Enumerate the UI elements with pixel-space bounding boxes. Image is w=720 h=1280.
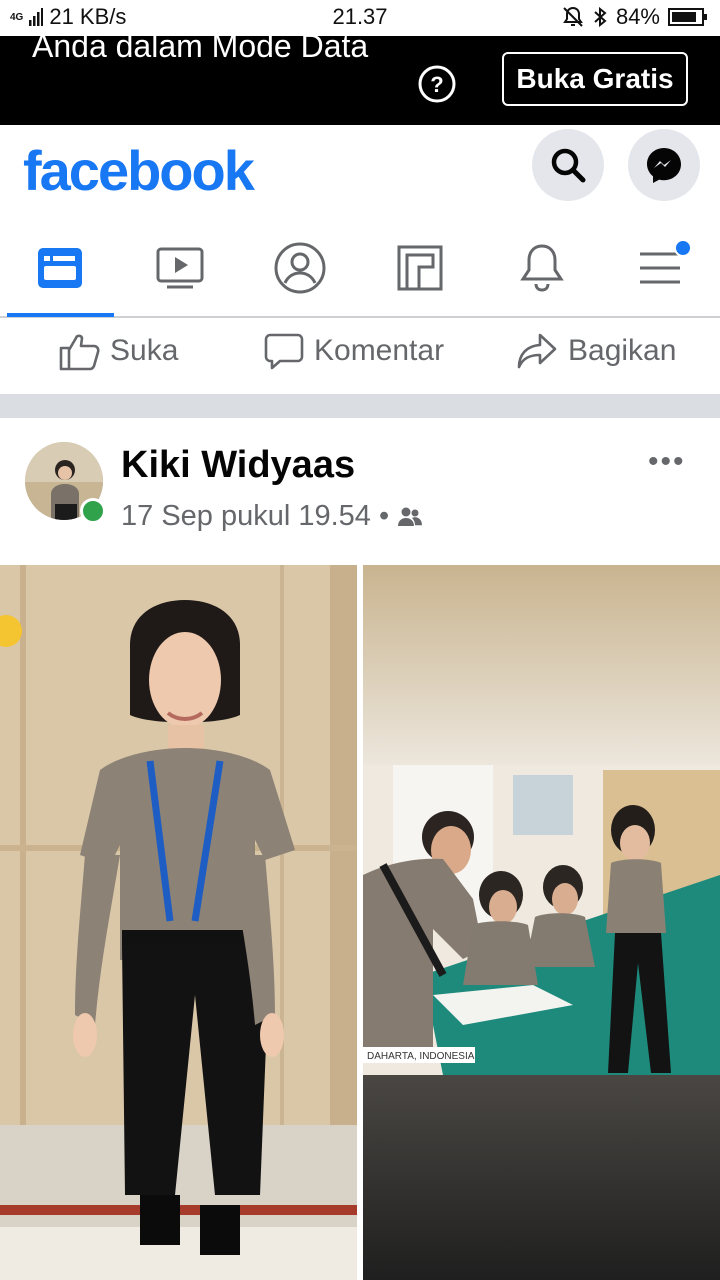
post-meta: 17 Sep pukul 19.54 • xyxy=(121,500,423,533)
status-right: 84% xyxy=(562,4,708,30)
battery-icon xyxy=(668,8,707,26)
profile-icon xyxy=(274,242,326,294)
like-button[interactable]: Suka xyxy=(58,318,178,384)
author-name[interactable]: Kiki Widyaas xyxy=(121,444,355,487)
post-timestamp[interactable]: 17 Sep pukul 19.54 xyxy=(121,500,371,533)
messenger-icon xyxy=(647,148,681,183)
video-icon xyxy=(156,247,204,289)
share-icon xyxy=(517,333,557,369)
comment-label: Komentar xyxy=(314,334,445,367)
pages-icon xyxy=(397,245,443,291)
photo-woman-in-uniform xyxy=(0,565,357,1280)
svg-text:?: ? xyxy=(430,72,443,97)
comment-button[interactable]: Komentar xyxy=(264,318,444,384)
online-indicator xyxy=(80,498,106,524)
tab-pages[interactable] xyxy=(365,220,475,316)
thumbs-up-icon xyxy=(59,334,100,371)
messenger-button[interactable] xyxy=(628,129,700,201)
like-label: Suka xyxy=(110,334,179,367)
search-icon xyxy=(551,148,586,183)
meta-separator: • xyxy=(378,500,390,532)
tab-home[interactable] xyxy=(5,220,115,316)
post-actions: Suka Komentar Bagikan xyxy=(0,318,720,394)
help-icon[interactable]: ? xyxy=(417,64,457,104)
post-photo-1[interactable] xyxy=(0,565,357,1280)
comment-icon xyxy=(264,333,304,370)
bluetooth-icon xyxy=(594,6,607,28)
banner-text: Anda dalam Mode Data xyxy=(32,28,369,64)
news-feed-icon xyxy=(38,248,82,288)
share-button[interactable]: Bagikan xyxy=(516,318,676,384)
tab-notifications[interactable] xyxy=(487,220,597,316)
tab-watch[interactable] xyxy=(125,220,235,316)
active-tab-indicator xyxy=(7,313,114,317)
share-label: Bagikan xyxy=(568,334,677,367)
tab-menu[interactable] xyxy=(605,220,715,316)
tab-profile[interactable] xyxy=(245,220,355,316)
bell-muted-icon xyxy=(563,6,583,27)
battery-percent: 84% xyxy=(615,4,660,29)
search-button[interactable] xyxy=(532,129,604,201)
post-photo-2[interactable]: DAHARTA, INDONESIA xyxy=(363,565,720,1280)
facebook-logo[interactable]: facebook xyxy=(23,138,255,203)
bell-icon xyxy=(520,244,564,292)
nav-tabs xyxy=(0,220,720,318)
friends-icon xyxy=(398,507,423,526)
open-free-button[interactable]: Buka Gratis xyxy=(502,52,688,106)
more-options-button[interactable]: ••• xyxy=(648,445,686,479)
photo-group-meeting: DAHARTA, INDONESIA xyxy=(363,565,720,1280)
menu-notification-dot xyxy=(674,239,692,257)
feed-separator xyxy=(0,394,720,418)
photo-location-caption: DAHARTA, INDONESIA xyxy=(367,1051,475,1062)
